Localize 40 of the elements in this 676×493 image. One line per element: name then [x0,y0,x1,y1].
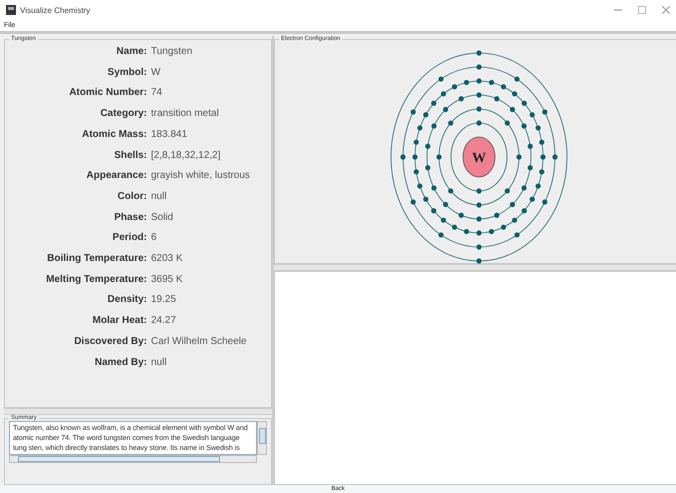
maximize-icon[interactable] [638,6,646,14]
field-label: Appearance: [85,170,147,183]
field-value: 24.27 [151,315,178,328]
field-label: Symbol: [106,66,147,80]
field-value: 19.25 [151,294,178,308]
app-icon [6,5,16,15]
field-label: Discovered By: [73,336,147,349]
scrollbar[interactable] [257,421,267,455]
field-label: Shells: [113,150,147,162]
field-label: Color: [116,190,147,204]
field-label: Atomic Number: [68,87,147,100]
field-value: 183.841 [151,128,188,142]
field-value: 74 [151,87,164,100]
field-label: Phase: [113,212,147,224]
split-divider[interactable] [272,36,274,485]
field-value: grayish white, lustrous [151,170,251,183]
field-value: Carl Wilhelm Scheele [151,336,248,349]
field-value: W [151,66,162,80]
field-value: null [151,356,168,370]
field-value: Tungsten [151,46,194,59]
field-value: 6 [151,232,158,246]
scrollbar[interactable] [9,455,257,463]
field-value: [2,8,18,32,12,2] [151,150,222,162]
field-label: Density: [106,294,147,308]
field-value: Solid [151,212,174,224]
field-value: 3695 K [151,274,184,286]
window-title: Visualize Chemistry [20,6,90,14]
field-value: 6203 K [151,253,184,266]
field-label: Named By: [94,356,147,370]
field-label: Melting Temperature: [45,274,147,286]
nucleus-symbol: W [472,151,486,166]
close-icon[interactable] [662,6,670,14]
field-label: Molar Heat: [92,315,147,328]
field-label: Atomic Mass: [80,128,147,142]
field-value: transition metal [151,108,220,121]
field-value: null [151,190,168,204]
field-label: Boiling Temperature: [46,253,147,266]
field-label: Name: [115,46,147,59]
field-label: Period: [112,232,147,246]
field-label: Category: [99,108,147,121]
